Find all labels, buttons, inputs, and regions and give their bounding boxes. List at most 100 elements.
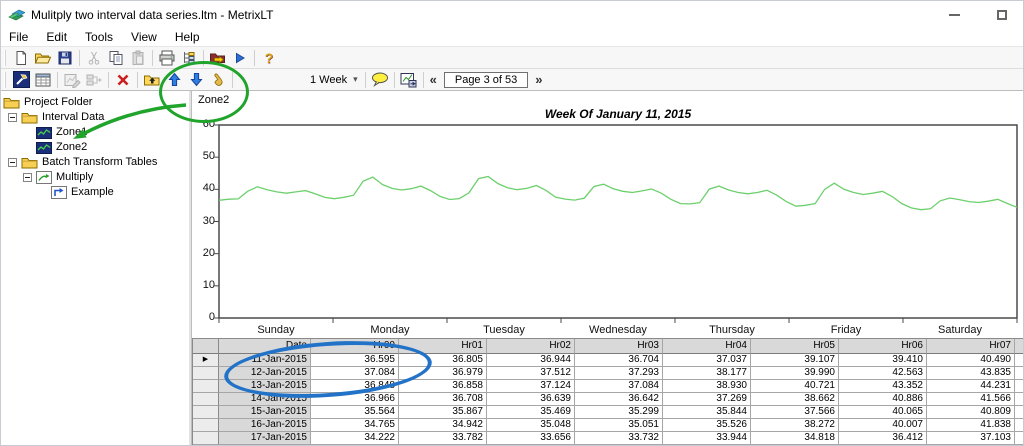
row-selector[interactable] bbox=[193, 432, 219, 445]
value-cell-hr05[interactable]: 38.272 bbox=[751, 419, 839, 432]
value-cell-hr07[interactable]: 40.809 bbox=[927, 406, 1015, 419]
column-header-hr03[interactable]: Hr03 bbox=[575, 339, 663, 354]
value-cell-hr04[interactable]: 33.944 bbox=[663, 432, 751, 445]
value-cell-hr00[interactable]: 36.595 bbox=[311, 354, 399, 367]
value-cell-hr07[interactable]: 40.490 bbox=[927, 354, 1015, 367]
value-cell-hr06[interactable]: 40.007 bbox=[839, 419, 927, 432]
value-cell-hr05[interactable]: 37.566 bbox=[751, 406, 839, 419]
column-header-date[interactable]: Date bbox=[219, 339, 311, 354]
page-indicator[interactable]: Page 3 of 53 bbox=[444, 72, 528, 88]
row-selector[interactable] bbox=[193, 419, 219, 432]
value-cell-hr02[interactable]: 35.469 bbox=[487, 406, 575, 419]
date-cell[interactable]: 15-Jan-2015 bbox=[219, 406, 311, 419]
column-header-hr04[interactable]: Hr04 bbox=[663, 339, 751, 354]
tree-collapse-icon[interactable] bbox=[8, 113, 17, 122]
value-cell-hr05[interactable]: 40.721 bbox=[751, 380, 839, 393]
date-cell[interactable]: 12-Jan-2015 bbox=[219, 367, 311, 380]
row-selector[interactable] bbox=[193, 393, 219, 406]
value-cell-hr02[interactable]: 37.512 bbox=[487, 367, 575, 380]
value-cell-hr00[interactable]: 34.765 bbox=[311, 419, 399, 432]
value-cell-hr06[interactable]: 40.886 bbox=[839, 393, 927, 406]
menu-edit[interactable]: Edit bbox=[37, 29, 76, 46]
previous-page-button[interactable]: « bbox=[427, 72, 440, 87]
value-cell-hr04[interactable]: 35.844 bbox=[663, 406, 751, 419]
value-cell-hr02[interactable]: 36.944 bbox=[487, 354, 575, 367]
value-cell-hr06[interactable]: 39.410 bbox=[839, 354, 927, 367]
value-cell-hr00[interactable]: 35.564 bbox=[311, 406, 399, 419]
value-cell-hr05[interactable]: 34.818 bbox=[751, 432, 839, 445]
value-cell-hr01[interactable]: 36.979 bbox=[399, 367, 487, 380]
column-header-hr00[interactable]: Hr00 bbox=[311, 339, 399, 354]
value-cell-hr03[interactable]: 36.642 bbox=[575, 393, 663, 406]
value-cell-hr01[interactable]: 34.942 bbox=[399, 419, 487, 432]
open-button[interactable] bbox=[33, 48, 53, 68]
value-cell-hr07[interactable]: 44.231 bbox=[927, 380, 1015, 393]
value-cell-hr02[interactable]: 37.124 bbox=[487, 380, 575, 393]
value-cell-hr02[interactable]: 36.639 bbox=[487, 393, 575, 406]
value-cell-hr05[interactable]: 39.107 bbox=[751, 354, 839, 367]
value-cell-hr01[interactable]: 33.782 bbox=[399, 432, 487, 445]
row-selector[interactable] bbox=[193, 380, 219, 393]
value-cell-hr02[interactable]: 35.048 bbox=[487, 419, 575, 432]
date-cell[interactable]: 17-Jan-2015 bbox=[219, 432, 311, 445]
date-cell[interactable]: 13-Jan-2015 bbox=[219, 380, 311, 393]
menu-file[interactable]: File bbox=[1, 29, 37, 46]
value-cell-hr04[interactable]: 35.526 bbox=[663, 419, 751, 432]
value-cell-hr07[interactable]: 41.566 bbox=[927, 393, 1015, 406]
value-cell-hr03[interactable]: 37.084 bbox=[575, 380, 663, 393]
value-cell-hr06[interactable]: 43.352 bbox=[839, 380, 927, 393]
new-button[interactable] bbox=[11, 48, 31, 68]
value-cell-hr05[interactable]: 38.662 bbox=[751, 393, 839, 406]
value-cell-hr07[interactable]: 43.835 bbox=[927, 367, 1015, 380]
print-button[interactable] bbox=[157, 48, 177, 68]
menu-view[interactable]: View bbox=[122, 29, 166, 46]
tree-item-zone1[interactable]: Zone1 bbox=[1, 125, 189, 140]
value-cell-hr01[interactable]: 36.708 bbox=[399, 393, 487, 406]
toolbar-grip[interactable] bbox=[4, 50, 6, 66]
date-cell[interactable]: 16-Jan-2015 bbox=[219, 419, 311, 432]
tree-item-zone2[interactable]: Zone2 bbox=[1, 140, 189, 155]
help-button[interactable]: ? bbox=[259, 48, 279, 68]
move-down-button[interactable] bbox=[186, 70, 206, 90]
tree-item-example[interactable]: Example bbox=[1, 185, 189, 200]
drill-button[interactable] bbox=[208, 70, 228, 90]
column-header-hr01[interactable]: Hr01 bbox=[399, 339, 487, 354]
value-cell-hr01[interactable]: 36.805 bbox=[399, 354, 487, 367]
value-cell-hr05[interactable]: 39.990 bbox=[751, 367, 839, 380]
date-cell[interactable]: 14-Jan-2015 bbox=[219, 393, 311, 406]
row-selector-header[interactable] bbox=[193, 339, 219, 354]
value-cell-hr07[interactable]: 37.103 bbox=[927, 432, 1015, 445]
value-cell-hr00[interactable]: 37.084 bbox=[311, 367, 399, 380]
row-selector[interactable] bbox=[193, 406, 219, 419]
send-to-button[interactable] bbox=[208, 48, 228, 68]
value-cell-hr04[interactable]: 37.037 bbox=[663, 354, 751, 367]
value-cell-hr07[interactable]: 41.838 bbox=[927, 419, 1015, 432]
maximize-button[interactable] bbox=[992, 5, 1012, 25]
value-cell-hr03[interactable]: 35.299 bbox=[575, 406, 663, 419]
tree-view-button[interactable] bbox=[179, 48, 199, 68]
column-header-hr02[interactable]: Hr02 bbox=[487, 339, 575, 354]
tree-item-batch-transform-tables[interactable]: Batch Transform Tables bbox=[1, 155, 189, 170]
tree-item-multiply[interactable]: Multiply bbox=[1, 170, 189, 185]
column-header-hr05[interactable]: Hr05 bbox=[751, 339, 839, 354]
value-cell-hr06[interactable]: 42.563 bbox=[839, 367, 927, 380]
value-cell-hr01[interactable]: 35.867 bbox=[399, 406, 487, 419]
menu-tools[interactable]: Tools bbox=[76, 29, 122, 46]
next-page-button[interactable]: » bbox=[532, 72, 545, 87]
copy-graph-button[interactable] bbox=[399, 70, 419, 90]
tree-item-project-folder[interactable]: Project Folder bbox=[1, 95, 189, 110]
column-header-hr07[interactable]: Hr07 bbox=[927, 339, 1015, 354]
value-cell-hr03[interactable]: 33.732 bbox=[575, 432, 663, 445]
tree-collapse-icon[interactable] bbox=[8, 158, 17, 167]
row-selector[interactable]: ▶ bbox=[193, 354, 219, 367]
toolbar-grip[interactable] bbox=[4, 72, 6, 88]
tree-item-interval-data[interactable]: Interval Data bbox=[1, 110, 189, 125]
value-cell-hr02[interactable]: 33.656 bbox=[487, 432, 575, 445]
run-button[interactable] bbox=[230, 48, 250, 68]
value-cell-hr04[interactable]: 38.177 bbox=[663, 367, 751, 380]
comment-button[interactable] bbox=[370, 70, 390, 90]
folder-up-button[interactable] bbox=[142, 70, 162, 90]
value-cell-hr04[interactable]: 38.930 bbox=[663, 380, 751, 393]
menu-help[interactable]: Help bbox=[166, 29, 209, 46]
value-cell-hr00[interactable]: 34.222 bbox=[311, 432, 399, 445]
